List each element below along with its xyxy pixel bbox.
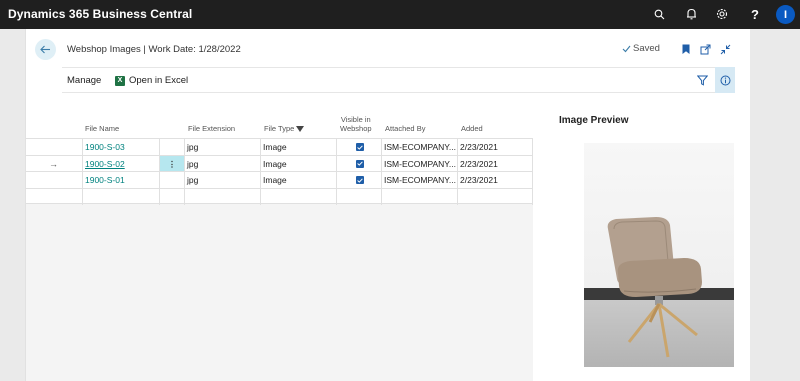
file-extension-cell: jpg <box>184 139 260 155</box>
file-name-link[interactable]: 1900-S-03 <box>82 139 159 155</box>
table-row[interactable]: 1900-S-01 jpg Image ISM-ECOMPANY... 2/23… <box>26 171 533 188</box>
collapse-icon[interactable] <box>719 43 731 55</box>
file-name-link[interactable]: 1900-S-02 <box>82 155 159 172</box>
app-title: Dynamics 365 Business Central <box>8 7 193 21</box>
row-menu-cell[interactable] <box>159 139 184 155</box>
header-visible-line1: Visible in <box>340 115 371 124</box>
header-file-name[interactable]: File Name <box>85 124 119 133</box>
search-icon[interactable] <box>651 6 667 22</box>
images-grid: File Name File Extension File Type Visib… <box>26 110 533 381</box>
attached-by-cell: ISM-ECOMPANY... <box>381 139 457 155</box>
file-name-link[interactable] <box>82 188 159 205</box>
checkmark-icon <box>357 161 363 166</box>
visible-checkbox[interactable] <box>356 159 364 168</box>
file-extension-cell: jpg <box>184 155 260 172</box>
checkmark-icon <box>622 45 631 52</box>
attached-by-cell[interactable] <box>381 188 457 205</box>
attached-by-cell: ISM-ECOMPANY... <box>381 155 457 172</box>
open-new-window-icon[interactable] <box>699 43 711 55</box>
gear-icon[interactable] <box>714 6 730 22</box>
page-title: Webshop Images | Work Date: 1/28/2022 <box>67 44 241 55</box>
open-in-excel-label: Open in Excel <box>129 75 189 86</box>
top-app-bar: Dynamics 365 Business Central ? I <box>0 0 800 29</box>
header-file-type[interactable]: File Type <box>264 124 305 133</box>
sort-descending-icon <box>296 125 305 132</box>
file-type-cell: Image <box>260 155 336 172</box>
header-file-type-label: File Type <box>264 124 295 133</box>
saved-status: Saved <box>622 43 660 54</box>
file-extension-cell: jpg <box>184 172 260 188</box>
action-bar: Manage X Open in Excel <box>62 67 734 93</box>
header-added[interactable]: Added <box>461 124 483 133</box>
table-row[interactable]: 1900-S-03 jpg Image ISM-ECOMPANY... 2/23… <box>26 138 533 155</box>
file-type-cell[interactable] <box>260 188 336 205</box>
arrow-left-icon <box>40 45 50 54</box>
added-cell[interactable] <box>457 188 533 205</box>
page-card: Webshop Images | Work Date: 1/28/2022 Sa… <box>25 29 750 381</box>
row-menu-cell[interactable] <box>159 188 184 205</box>
checkmark-icon <box>357 144 363 150</box>
header-visible-line2: Webshop <box>340 124 372 133</box>
header-visible-in-webshop[interactable]: Visible in Webshop <box>340 115 372 133</box>
visible-cell <box>336 172 381 188</box>
chair-image <box>584 143 734 367</box>
table-row-empty[interactable] <box>26 187 533 205</box>
open-in-excel-action[interactable]: X Open in Excel <box>115 75 188 86</box>
added-cell: 2/23/2021 <box>457 155 533 172</box>
visible-cell <box>336 155 381 172</box>
info-icon[interactable] <box>715 67 735 93</box>
file-type-cell: Image <box>260 172 336 188</box>
back-button[interactable] <box>35 39 56 60</box>
grid-header: File Name File Extension File Type Visib… <box>26 110 533 138</box>
row-menu-cell[interactable] <box>159 172 184 188</box>
excel-icon: X <box>115 75 125 86</box>
table-row[interactable]: → 1900-S-02 ⋮ jpg Image ISM-ECOMPANY... … <box>26 154 533 172</box>
visible-cell <box>336 139 381 155</box>
header-attached-by[interactable]: Attached By <box>385 124 425 133</box>
grid-rows: 1900-S-03 jpg Image ISM-ECOMPANY... 2/23… <box>26 138 533 205</box>
manage-action[interactable]: Manage <box>67 75 101 86</box>
visible-checkbox[interactable] <box>356 176 364 184</box>
header-file-extension[interactable]: File Extension <box>188 124 235 133</box>
filter-icon[interactable] <box>695 67 709 93</box>
file-extension-cell[interactable] <box>184 188 260 205</box>
added-cell: 2/23/2021 <box>457 172 533 188</box>
bookmark-icon[interactable] <box>680 43 692 55</box>
help-icon[interactable]: ? <box>747 6 763 22</box>
file-name-link[interactable]: 1900-S-01 <box>82 172 159 188</box>
avatar[interactable]: I <box>776 5 795 24</box>
attached-by-cell: ISM-ECOMPANY... <box>381 172 457 188</box>
visible-checkbox[interactable] <box>356 143 364 151</box>
bell-icon[interactable] <box>683 6 699 22</box>
visible-cell[interactable] <box>336 188 381 205</box>
image-preview <box>584 143 734 367</box>
image-preview-title: Image Preview <box>559 115 629 126</box>
added-cell: 2/23/2021 <box>457 139 533 155</box>
file-type-cell: Image <box>260 139 336 155</box>
saved-label: Saved <box>633 43 660 54</box>
row-indicator: → <box>49 158 58 169</box>
row-menu-button[interactable]: ⋮ <box>159 155 184 172</box>
checkmark-icon <box>357 177 363 183</box>
